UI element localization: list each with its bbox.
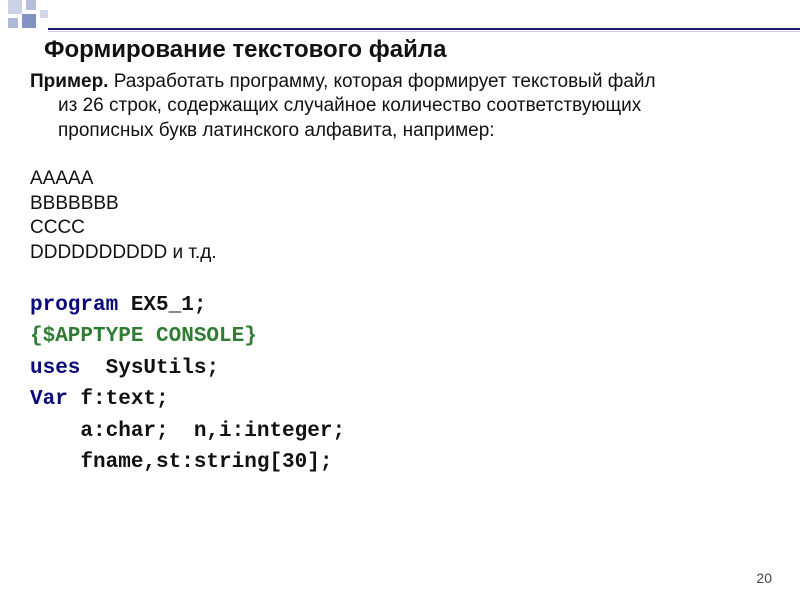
code-text: fname,st:string[30];	[30, 451, 332, 474]
code-text: EX5_1;	[118, 294, 206, 317]
code-text: SysUtils;	[80, 357, 219, 380]
code-keyword: Var	[30, 388, 68, 411]
sample-line: DDDDDDDDDD и т.д.	[30, 241, 770, 266]
sample-line: AAAAA	[30, 167, 770, 192]
sample-output: AAAAA BBBBBBB CCCC DDDDDDDDDD и т.д.	[30, 167, 770, 266]
paragraph-line2: из 26 строк, содержащих случайное количе…	[30, 94, 770, 118]
code-text: a:char; n,i:integer;	[30, 420, 345, 443]
code-text: f:text;	[68, 388, 169, 411]
slide-title: Формирование текстового файла	[44, 36, 770, 64]
page-number: 20	[756, 570, 772, 586]
code-directive: {$APPTYPE CONSOLE}	[30, 325, 257, 348]
paragraph-line1: Разработать программу, которая формирует…	[108, 71, 655, 92]
code-listing: program EX5_1; {$APPTYPE CONSOLE} uses S…	[30, 290, 770, 479]
sample-line: BBBBBBB	[30, 192, 770, 217]
slide-content: Формирование текстового файла Пример. Ра…	[0, 34, 800, 479]
paragraph-label: Пример.	[30, 71, 108, 92]
code-keyword: program	[30, 294, 118, 317]
header-rule	[48, 28, 800, 30]
task-paragraph: Пример. Разработать программу, которая ф…	[30, 70, 770, 143]
header-rule-shadow	[48, 31, 800, 32]
paragraph-line3: прописных букв латинского алфавита, напр…	[30, 119, 770, 143]
code-keyword: uses	[30, 357, 80, 380]
sample-line: CCCC	[30, 216, 770, 241]
